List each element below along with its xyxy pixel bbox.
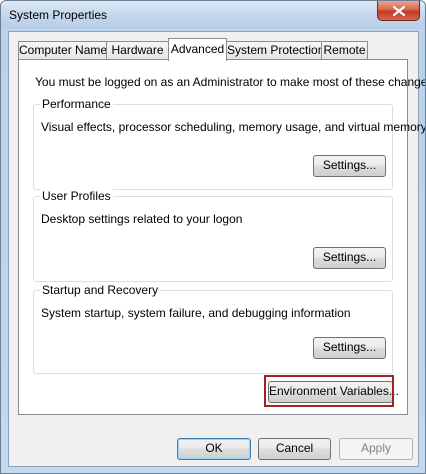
tab-label: System Protection [227,43,325,57]
cancel-button[interactable]: Cancel [258,438,331,460]
user-profiles-settings-button[interactable]: Settings... [313,247,386,269]
close-button[interactable] [377,1,420,21]
tab-advanced[interactable]: Advanced [168,38,227,61]
system-properties-window: System Properties Computer Name Hardware… [0,0,426,474]
tab-remote[interactable]: Remote [321,41,368,60]
title-bar[interactable]: System Properties [1,1,425,29]
ok-button[interactable]: OK [177,438,251,460]
tab-label: Computer Name [19,43,108,57]
performance-description: Visual effects, processor scheduling, me… [41,120,426,134]
advanced-tab-panel: You must be logged on as an Administrato… [18,59,425,415]
window-title: System Properties [9,8,108,22]
tab-system-protection[interactable]: System Protection [226,41,325,60]
environment-variables-highlight [264,375,394,407]
user-profiles-group: User Profiles Desktop settings related t… [33,189,393,282]
user-profiles-title: User Profiles [40,189,113,203]
admin-notice: You must be logged on as an Administrato… [35,75,426,89]
performance-settings-button[interactable]: Settings... [313,155,386,177]
apply-button[interactable]: Apply [339,438,413,460]
tab-computer-name[interactable]: Computer Name [18,41,107,60]
performance-group: Performance Visual effects, processor sc… [33,97,425,190]
tab-label: Advanced [170,42,225,56]
tab-label: Remote [323,43,366,57]
performance-title: Performance [40,97,113,111]
user-profiles-description: Desktop settings related to your logon [41,212,243,226]
tab-hardware[interactable]: Hardware [106,41,169,60]
tab-label: Hardware [111,43,164,57]
startup-recovery-settings-button[interactable]: Settings... [313,337,386,359]
startup-recovery-title: Startup and Recovery [40,283,161,297]
close-icon [393,6,405,16]
dialog-client-area: Computer Name Hardware Advanced System P… [8,31,425,467]
startup-recovery-group: Startup and Recovery System startup, sys… [33,283,393,374]
startup-recovery-description: System startup, system failure, and debu… [41,306,351,320]
